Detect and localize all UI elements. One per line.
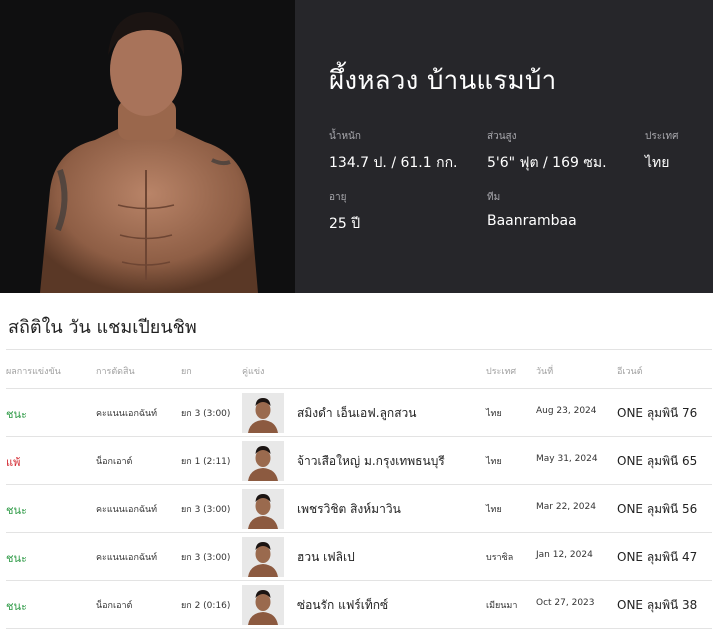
table-row[interactable]: ชนะ คะแนนเอกฉันท์ ยก 3 (3:00) สมิงดำ เอ็… (6, 389, 712, 437)
stat-height: ส่วนสูง 5'6" ฟุต / 169 ซม. (487, 129, 607, 174)
stat-value: Baanrambaa (487, 213, 577, 229)
opponent-name-link[interactable]: ซ่อนรัก แฟร์เท็กซ์ (297, 596, 388, 615)
table-header: ผลการแข่งขัน การตัดสิน ยก คู่แข่ง ประเทศ… (6, 349, 712, 389)
date-text: Jan 12, 2024 (536, 550, 593, 560)
country-text: บราซิล (486, 553, 514, 563)
round-text: ยก 3 (3:00) (181, 409, 231, 419)
event-link[interactable]: ONE ลุมพินี 56 (617, 500, 697, 519)
fight-record-table: ผลการแข่งขัน การตัดสิน ยก คู่แข่ง ประเทศ… (6, 349, 712, 629)
opponent-avatar[interactable] (242, 537, 284, 577)
opponent-name-link[interactable]: ฮวน เฟลิเป (297, 548, 355, 567)
round-text: ยก 2 (0:16) (181, 601, 231, 611)
country-text: ไทย (486, 409, 502, 419)
table-row[interactable]: แพ้ น็อกเอาต์ ยก 1 (2:11) จ้าวเสือใหญ่ ม… (6, 437, 712, 485)
opponent-name-link[interactable]: เพชรวิชิต สิงห์มาวิน (297, 500, 401, 519)
header-result: ผลการแข่งขัน (6, 367, 61, 377)
stat-value: 25 ปี (329, 216, 361, 232)
country-text: ไทย (486, 457, 502, 467)
result-text: ชนะ (6, 504, 27, 517)
result-text: ชนะ (6, 600, 27, 613)
stat-age: อายุ 25 ปี (329, 190, 360, 235)
method-text: คะแนนเอกฉันท์ (96, 505, 158, 515)
stat-team: ทีม Baanrambaa (487, 190, 577, 229)
fighter-info: ผึ้งหลวง บ้านแรมบ้า น้ำหนัก 134.7 ป. / 6… (295, 0, 713, 293)
method-text: น็อกเอาต์ (96, 457, 133, 467)
stat-value: 134.7 ป. / 61.1 กก. (329, 155, 458, 171)
round-text: ยก 3 (3:00) (181, 505, 231, 515)
stat-label: น้ำหนัก (329, 131, 361, 142)
table-row[interactable]: ชนะ น็อกเอาต์ ยก 2 (0:16) ซ่อนรัก แฟร์เท… (6, 581, 712, 629)
result-text: ชนะ (6, 408, 27, 421)
fighter-hero: ผึ้งหลวง บ้านแรมบ้า น้ำหนัก 134.7 ป. / 6… (0, 0, 713, 293)
round-text: ยก 3 (3:00) (181, 553, 231, 563)
event-link[interactable]: ONE ลุมพินี 65 (617, 452, 697, 471)
opponent-name-link[interactable]: สมิงดำ เอ็นเอฟ.ลูกสวน (297, 404, 416, 423)
fighter-portrait-image (0, 0, 295, 293)
country-text: ไทย (486, 505, 502, 515)
stat-label: อายุ (329, 192, 347, 203)
header-event: อีเวนต์ (617, 367, 643, 377)
fighter-photo (0, 0, 295, 293)
stat-label: ทีม (487, 192, 501, 203)
header-country: ประเทศ (486, 367, 517, 377)
date-text: Aug 23, 2024 (536, 406, 597, 416)
opponent-avatar[interactable] (242, 393, 284, 433)
method-text: คะแนนเอกฉันท์ (96, 553, 158, 563)
stat-value: 5'6" ฟุต / 169 ซม. (487, 155, 607, 171)
header-date: วันที่ (536, 367, 554, 377)
header-round: ยก (181, 367, 192, 377)
opponent-avatar[interactable] (242, 441, 284, 481)
stat-weight: น้ำหนัก 134.7 ป. / 61.1 กก. (329, 129, 458, 174)
date-text: May 31, 2024 (536, 454, 598, 464)
section-title: สถิติใน วัน แชมเปียนชิพ (8, 317, 197, 338)
stat-label: ส่วนสูง (487, 131, 517, 142)
event-link[interactable]: ONE ลุมพินี 76 (617, 404, 697, 423)
date-text: Oct 27, 2023 (536, 598, 595, 608)
header-opponent: คู่แข่ง (242, 367, 265, 377)
stat-country: ประเทศ ไทย (645, 129, 678, 174)
opponent-name-link[interactable]: จ้าวเสือใหญ่ ม.กรุงเทพธนบุรี (297, 452, 445, 471)
stat-label: ประเทศ (645, 131, 679, 142)
round-text: ยก 1 (2:11) (181, 457, 231, 467)
table-row[interactable]: ชนะ คะแนนเอกฉันท์ ยก 3 (3:00) ฮวน เฟลิเป… (6, 533, 712, 581)
method-text: น็อกเอาต์ (96, 601, 133, 611)
opponent-avatar[interactable] (242, 489, 284, 529)
result-text: แพ้ (6, 456, 21, 469)
event-link[interactable]: ONE ลุมพินี 38 (617, 596, 697, 615)
stat-value: ไทย (645, 155, 670, 171)
header-method: การตัดสิน (96, 367, 135, 377)
result-text: ชนะ (6, 552, 27, 565)
method-text: คะแนนเอกฉันท์ (96, 409, 158, 419)
event-link[interactable]: ONE ลุมพินี 47 (617, 548, 697, 567)
country-text: เมียนมา (486, 601, 518, 611)
fighter-name: ผึ้งหลวง บ้านแรมบ้า (329, 66, 557, 96)
table-row[interactable]: ชนะ คะแนนเอกฉันท์ ยก 3 (3:00) เพชรวิชิต … (6, 485, 712, 533)
date-text: Mar 22, 2024 (536, 502, 596, 512)
opponent-avatar[interactable] (242, 585, 284, 625)
